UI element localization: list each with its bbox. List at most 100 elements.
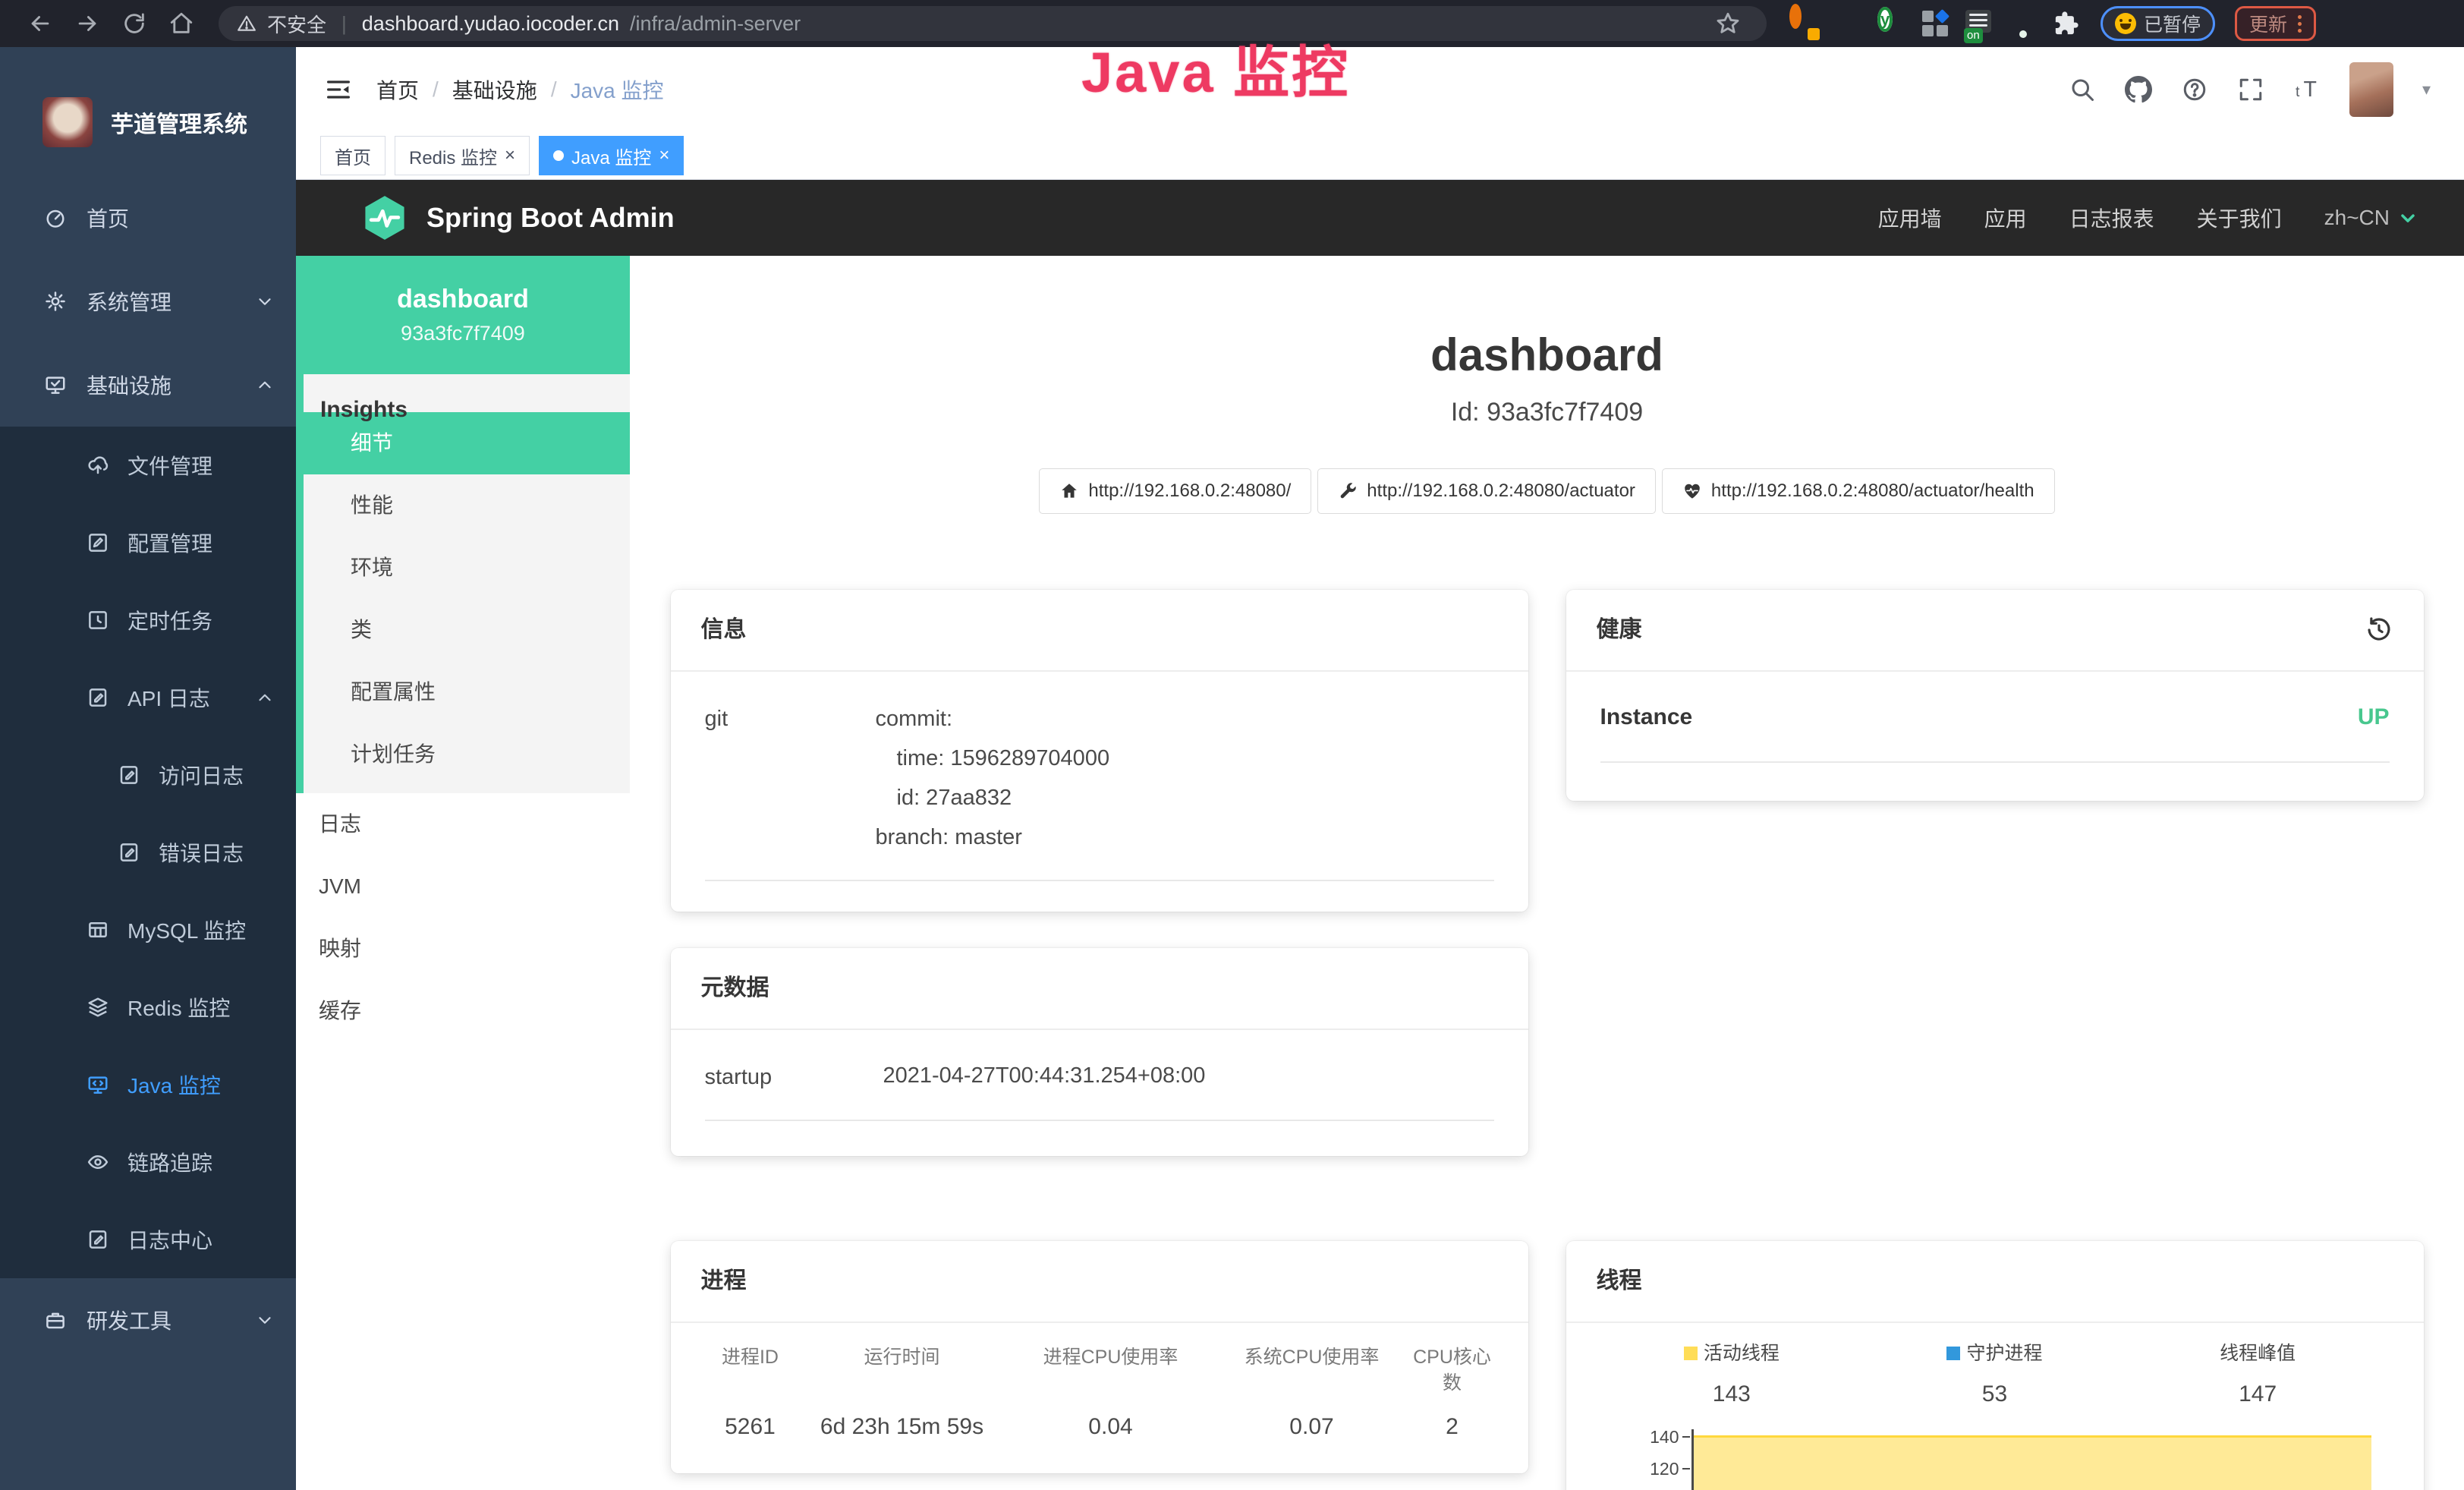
- process-table: 进程ID 运行时间 进程CPU使用率 系统CPU使用率 CPU核心数 5261: [705, 1344, 1494, 1443]
- security-label[interactable]: 不安全: [267, 10, 326, 38]
- extension-leaf-icon[interactable]: [2009, 10, 2037, 37]
- actuator-url-button[interactable]: http://192.168.0.2:48080/actuator: [1317, 468, 1656, 514]
- tab-redis-monitor[interactable]: Redis 监控 ×: [395, 136, 530, 175]
- fullscreen-icon[interactable]: [2237, 76, 2264, 103]
- sba-menu-metrics[interactable]: 性能: [304, 474, 630, 537]
- bookmark-star-icon[interactable]: [1715, 11, 1741, 36]
- sba-menu-environment[interactable]: 环境: [304, 537, 630, 599]
- caret-down-icon[interactable]: ▾: [2422, 80, 2431, 99]
- sidebar-item-home[interactable]: 首页: [0, 176, 296, 260]
- sidebar-item-tracing[interactable]: 链路追踪: [0, 1123, 296, 1201]
- sidebar-item-api-logs[interactable]: API 日志: [0, 659, 296, 736]
- sidebar-item-config-manage[interactable]: 配置管理: [0, 504, 296, 581]
- security-warning-icon[interactable]: [237, 14, 256, 33]
- app-logo-image: [42, 97, 93, 147]
- sba-menu-logs[interactable]: 日志: [296, 793, 630, 855]
- cards-area: 信息 git commit: time: 1596289704000 id: 2: [671, 590, 2424, 1490]
- help-icon[interactable]: [2181, 76, 2208, 103]
- extension-grid-icon[interactable]: [1921, 10, 1949, 37]
- search-icon[interactable]: [2069, 76, 2096, 103]
- tab-close-icon[interactable]: ×: [505, 146, 515, 165]
- back-icon[interactable]: [27, 11, 53, 36]
- sba-locale-select[interactable]: zh~CN: [2324, 206, 2418, 230]
- health-instance-label: Instance: [1600, 699, 1693, 736]
- tab-java-monitor[interactable]: Java 监控 ×: [539, 136, 684, 175]
- value-cpu-cores: 2: [1411, 1411, 1494, 1443]
- sba-menu-classes[interactable]: 类: [304, 599, 630, 661]
- sidebar-item-system[interactable]: 系统管理: [0, 260, 296, 343]
- col-header-system-cpu: 系统CPU使用率: [1213, 1344, 1411, 1396]
- forward-icon[interactable]: [74, 11, 100, 36]
- sidebar-item-java-monitor[interactable]: Java 监控: [0, 1046, 296, 1123]
- sidebar-item-dev-tools[interactable]: 研发工具: [0, 1278, 296, 1362]
- process-card-title: 进程: [701, 1264, 747, 1299]
- extension-pin-icon[interactable]: [1833, 10, 1861, 37]
- breadcrumb-infra[interactable]: 基础设施: [452, 74, 537, 105]
- reload-icon[interactable]: [121, 11, 147, 36]
- font-size-icon[interactable]: tT: [2293, 76, 2321, 103]
- service-url-button[interactable]: http://192.168.0.2:48080/: [1039, 468, 1311, 514]
- extension-orange-icon[interactable]: [1789, 10, 1817, 37]
- browser-update-button[interactable]: 更新: [2235, 6, 2316, 41]
- instance-name: dashboard: [397, 285, 529, 314]
- timer-icon: [87, 609, 109, 632]
- sidebar-item-label: Java 监控: [127, 1069, 221, 1100]
- log-edit-icon: [87, 1228, 109, 1251]
- wrench-icon: [1338, 481, 1358, 501]
- health-heart-icon: [1682, 481, 1702, 501]
- chevron-up-icon: [255, 375, 275, 395]
- sidebar-item-error-logs[interactable]: 错误日志: [0, 814, 296, 891]
- tab-close-icon[interactable]: ×: [659, 146, 669, 165]
- home-icon[interactable]: [168, 11, 194, 36]
- legend-peak-threads: 线程峰值: [2126, 1341, 2390, 1366]
- table-icon: [87, 918, 109, 941]
- sba-brand-title[interactable]: Spring Boot Admin: [426, 202, 675, 234]
- threads-chart: 140 120 100: [1600, 1429, 2390, 1490]
- sba-menu-jvm[interactable]: JVM: [296, 855, 630, 918]
- profile-paused-chip[interactable]: 已暂停: [2101, 6, 2215, 41]
- sba-nav-applications[interactable]: 应用: [1984, 203, 2027, 233]
- sba-menu-caches[interactable]: 缓存: [296, 980, 630, 1042]
- sidebar-fold-icon[interactable]: [323, 74, 354, 105]
- chevron-down-icon: [255, 1310, 275, 1330]
- health-instance-row[interactable]: Instance UP: [1600, 699, 2390, 763]
- extension-list-icon[interactable]: on: [1965, 10, 1993, 37]
- breadcrumb-separator: /: [551, 77, 557, 102]
- sba-menu-config-props[interactable]: 配置属性: [304, 661, 630, 723]
- metadata-card-title: 元数据: [701, 971, 769, 1006]
- sidebar-item-infra[interactable]: 基础设施: [0, 343, 296, 427]
- breadcrumb-home[interactable]: 首页: [376, 74, 419, 105]
- threads-legend: 活动线程 守护进程 线程峰值: [1600, 1341, 2390, 1366]
- sba-root-menu: 日志 JVM 映射 缓存: [296, 793, 630, 1042]
- address-bar[interactable]: 不安全 | dashboard.yudao.iocoder.cn/infra/a…: [219, 6, 1767, 41]
- sidebar-item-access-logs[interactable]: 访问日志: [0, 736, 296, 814]
- sidebar-item-redis-monitor[interactable]: Redis 监控: [0, 969, 296, 1046]
- tab-home[interactable]: 首页: [320, 136, 385, 175]
- paused-label: 已暂停: [2144, 10, 2201, 37]
- sba-instance-header[interactable]: dashboard 93a3fc7f7409: [296, 256, 630, 374]
- app-logo-row[interactable]: 芋道管理系统: [0, 47, 296, 176]
- user-avatar[interactable]: [2349, 62, 2393, 117]
- extensions-puzzle-icon[interactable]: [2053, 11, 2079, 36]
- sba-nav-wallboard[interactable]: 应用墙: [1878, 203, 1942, 233]
- sidebar-item-scheduled-jobs[interactable]: 定时任务: [0, 581, 296, 659]
- github-icon[interactable]: [2125, 76, 2152, 103]
- sba-logo-icon[interactable]: [360, 193, 410, 243]
- extension-y-icon[interactable]: y: [1877, 10, 1905, 37]
- sidebar-item-file-manage[interactable]: 文件管理: [0, 427, 296, 504]
- sidebar-item-log-center[interactable]: 日志中心: [0, 1201, 296, 1278]
- browser-menu-icon[interactable]: [2298, 15, 2302, 33]
- health-url-button[interactable]: http://192.168.0.2:48080/actuator/health: [1662, 468, 2055, 514]
- sidebar-item-mysql-monitor[interactable]: MySQL 监控: [0, 891, 296, 969]
- sba-nav-journal[interactable]: 日志报表: [2069, 203, 2154, 233]
- threads-card: 线程 活动线程 守护进程 线程峰值 143: [1566, 1241, 2424, 1490]
- header-actions: tT ▾: [2069, 62, 2431, 117]
- url-host[interactable]: dashboard.yudao.iocoder.cn: [362, 12, 619, 36]
- url-path[interactable]: /infra/admin-server: [630, 12, 801, 36]
- process-table-values: 5261 6d 23h 15m 59s 0.04 0.07 2: [705, 1411, 1494, 1443]
- sba-menu-mappings[interactable]: 映射: [296, 918, 630, 980]
- health-card: 健康 Instance UP: [1566, 590, 2424, 801]
- history-icon[interactable]: [2365, 616, 2393, 644]
- sba-nav-about[interactable]: 关于我们: [2197, 203, 2282, 233]
- sba-menu-scheduled-tasks[interactable]: 计划任务: [304, 723, 630, 786]
